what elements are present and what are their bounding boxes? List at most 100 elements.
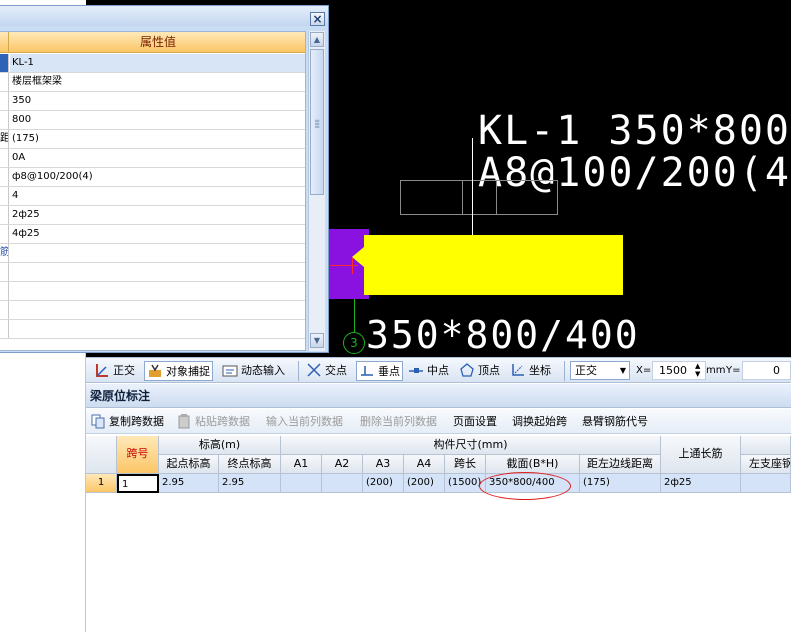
property-window: × 属性值 KL-1 楼层框架梁 350 800 距 (175) 0A ф8@10… [0,5,329,353]
object-snap-button[interactable]: 对象捕捉 [144,361,213,381]
scrollbar-thumb[interactable]: ═ ═ ═ [310,49,324,195]
property-value[interactable]: 0A [12,149,25,167]
midpoint-icon [408,362,424,378]
header-a4[interactable]: A4 [404,455,445,474]
property-value[interactable]: 4 [12,187,18,205]
perpendicular-button[interactable]: 垂点 [356,361,403,381]
coordinate-icon [510,362,526,378]
header-a2[interactable]: A2 [322,455,363,474]
selected-beam[interactable] [364,235,623,295]
property-value[interactable]: ф8@100/200(4) [12,168,93,186]
header-a3[interactable]: A3 [363,455,404,474]
cell-a1[interactable] [281,474,322,493]
x-coordinate-label: X= [636,365,652,376]
property-window-titlebar[interactable] [0,6,328,26]
property-value[interactable]: 350 [12,92,31,110]
header-a1[interactable]: A1 [281,455,322,474]
property-row[interactable]: 4 [0,187,305,206]
vertex-pentagon-icon [459,362,475,378]
header-span-no[interactable]: 跨号 [117,436,159,474]
property-row[interactable]: 距 (175) [0,130,305,149]
insertion-mark-vertical [352,258,353,274]
orthogonal-button[interactable]: 正交 [94,361,135,381]
paste-span-button[interactable]: 粘贴跨数据 [176,413,250,430]
chevron-down-icon: ▼ [619,366,626,375]
property-row[interactable] [0,301,305,320]
property-row[interactable]: 筋 [0,244,305,263]
beam-label-name-size: KL-1 350*800 [478,108,791,154]
header-elevation-group: 标高(m) [159,436,281,455]
dynamic-input-button[interactable]: 动态输入 [222,361,285,381]
cell-a4[interactable]: (200) [404,474,445,493]
unit-label: mm [706,365,726,376]
cantilever-code-button[interactable]: 悬臂钢筋代号 [582,413,648,430]
axis-number-bubble: 3 [343,332,365,354]
column-outline-box [462,180,497,215]
cell-top-through-bar[interactable]: 2ф25 [661,474,741,493]
vertex-button[interactable]: 顶点 [459,361,500,381]
property-row[interactable] [0,282,305,301]
property-row[interactable] [0,263,305,282]
cell-start-elevation[interactable]: 2.95 [159,474,219,493]
cell-left-distance[interactable]: (175) [580,474,661,493]
header-span-length[interactable]: 跨长 [445,455,486,474]
beam-span-panel: 梁原位标注 复制跨数据 粘贴跨数据 输入当前列数据 删除当前列数据 页面设置 调… [86,384,791,632]
header-left-support-bar[interactable]: 左支座钢 [741,455,791,474]
close-icon[interactable]: × [310,12,325,26]
page-setup-button[interactable]: 页面设置 [453,413,497,430]
property-row[interactable]: 4ф25 [0,225,305,244]
scroll-up-icon[interactable]: ▲ [310,32,324,47]
cell-span-no[interactable]: 1 [117,474,159,493]
coordinate-button[interactable]: 坐标 [510,361,551,381]
cell-left-support-bar[interactable] [741,474,791,493]
intersection-button[interactable]: 交点 [306,361,347,381]
input-column-button[interactable]: 输入当前列数据 [266,413,343,430]
scroll-down-icon[interactable]: ▼ [310,333,324,348]
header-end-elevation[interactable]: 终点标高 [219,455,281,474]
property-value[interactable]: 2ф25 [12,206,40,224]
property-value[interactable]: 4ф25 [12,225,40,243]
property-scrollbar[interactable]: ▲ ═ ═ ═ ▼ [308,31,325,351]
y-coordinate-input[interactable]: 0 [742,361,791,380]
header-left-distance[interactable]: 距左边线距离 [580,455,661,474]
header-top-through-bar[interactable]: 上通长筋 [661,436,741,474]
table-row-number[interactable]: 1 [86,474,117,493]
perpendicular-icon [359,363,375,379]
cell-a3[interactable]: (200) [363,474,404,493]
y-coordinate-label: Y= [726,365,741,376]
property-row[interactable]: 350 [0,92,305,111]
x-spinner-icon[interactable]: ▲ ▼ [695,362,700,378]
header-dimension-group: 构件尺寸(mm) [281,436,661,455]
property-row[interactable]: KL-1 [0,54,305,73]
property-value-header: 属性值 [139,35,176,49]
property-value[interactable]: 800 [12,111,31,129]
snap-toolbar: 正交 对象捕捉 动态输入 交点 垂点 中点 顶点 坐标 正交 ▼ X= 1500 … [86,357,791,383]
copy-icon [90,413,106,429]
swap-start-span-button[interactable]: 调换起始跨 [512,413,567,430]
property-value[interactable]: 楼层框架梁 [12,73,62,91]
property-row[interactable]: ф8@100/200(4) [0,168,305,187]
cell-end-elevation[interactable]: 2.95 [219,474,281,493]
midpoint-button[interactable]: 中点 [408,361,449,381]
property-grid-header: 属性值 [0,32,305,53]
delete-column-button[interactable]: 删除当前列数据 [360,413,437,430]
header-start-elevation[interactable]: 起点标高 [159,455,219,474]
cell-a2[interactable] [322,474,363,493]
property-value[interactable]: KL-1 [12,54,34,72]
property-row[interactable]: 800 [0,111,305,130]
property-row[interactable]: 2ф25 [0,206,305,225]
property-row[interactable]: 楼层框架梁 [0,73,305,92]
mode-select[interactable]: 正交 ▼ [570,361,630,380]
property-grid: 属性值 KL-1 楼层框架梁 350 800 距 (175) 0A ф8@100/… [0,31,306,351]
span-section-label: 350*800/400 [366,313,640,357]
table-corner [86,436,117,474]
axis-line [354,299,355,333]
orthogonal-icon [94,362,110,378]
paste-icon [176,413,192,429]
snap-magnet-icon [147,363,163,379]
property-value[interactable]: (175) [12,130,39,148]
property-row[interactable]: 0A [0,149,305,168]
copy-span-button[interactable]: 复制跨数据 [90,413,164,430]
header-section[interactable]: 截面(B*H) [486,455,580,474]
property-row[interactable] [0,320,305,339]
